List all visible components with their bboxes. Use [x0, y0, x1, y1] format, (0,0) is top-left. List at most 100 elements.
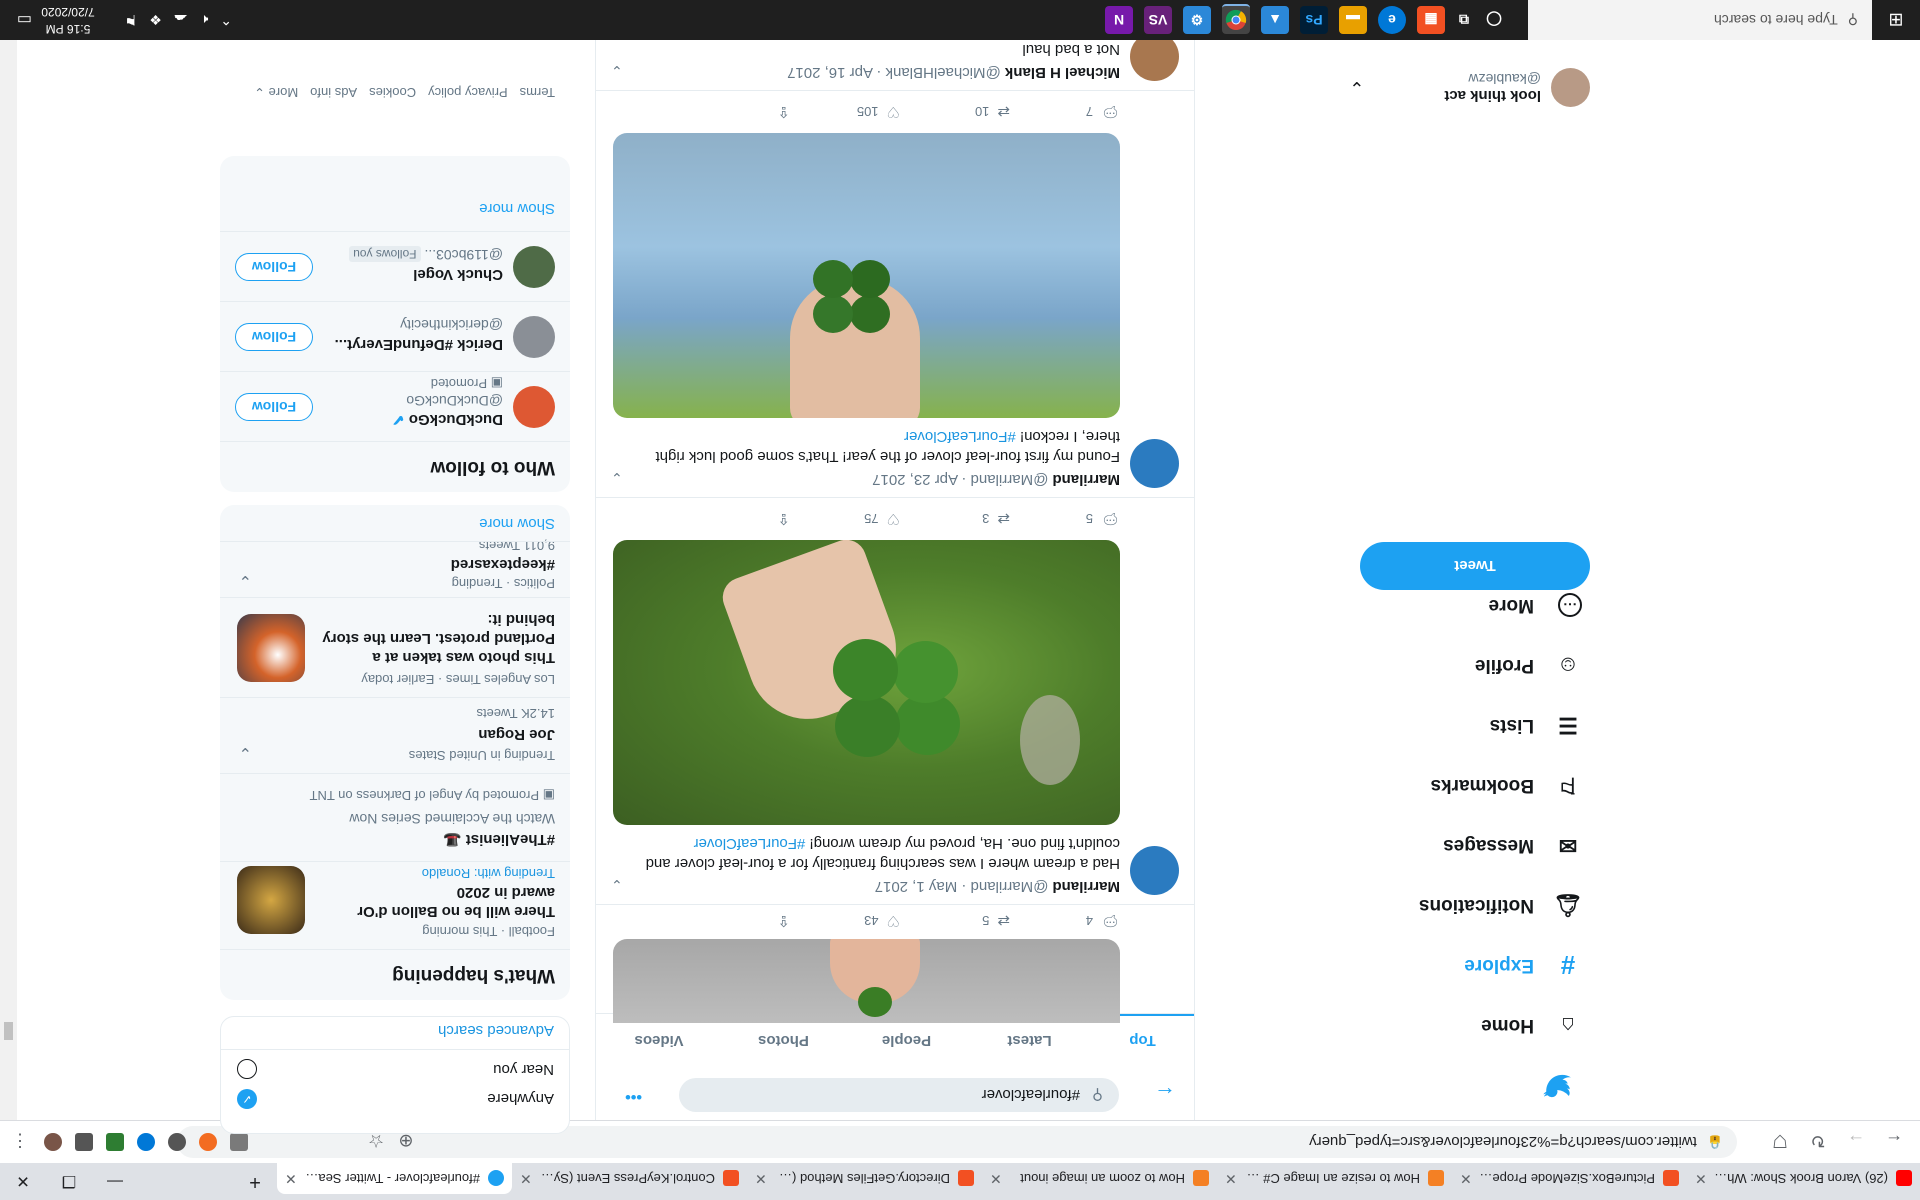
trend-item[interactable]: Football · This morning There will be no…	[220, 861, 570, 950]
close-tab-icon[interactable]: ✕	[1225, 1170, 1237, 1187]
footer-more[interactable]: More ⌄	[254, 84, 298, 100]
browser-tab[interactable]: How to resize an Image C# - Sta ✕	[1217, 1163, 1452, 1194]
twitter-bird-icon[interactable]	[1532, 1060, 1582, 1110]
notifications-icon[interactable]: ▭	[17, 10, 32, 30]
cloud-icon[interactable]: ☁	[174, 12, 188, 29]
dropbox-icon[interactable]: ❖	[149, 12, 162, 29]
share-button[interactable]: ⇪	[680, 102, 790, 122]
show-more-link[interactable]: Show more	[479, 200, 555, 217]
like-button[interactable]: ♡ 75	[790, 509, 900, 529]
follow-suggestion[interactable]: DuckDuckGo ✔ @DuckDuckGo ▣ Promoted Foll…	[220, 371, 570, 442]
browser-tab[interactable]: Control.KeyPress Event (System.W✕	[512, 1163, 747, 1194]
extension-icon[interactable]	[137, 1133, 155, 1151]
settings-icon[interactable]: ⚙	[1183, 6, 1211, 34]
taskbar-search-input[interactable]: ⚲ Type here to search	[1528, 0, 1872, 40]
reply-button[interactable]: 💬︎ 4	[1010, 911, 1120, 931]
close-tab-icon[interactable]: ✕	[1460, 1170, 1472, 1187]
reload-icon[interactable]: ↻	[1804, 1127, 1832, 1155]
account-switcher[interactable]: look think act @kaublezw ⌄	[1190, 58, 1590, 118]
extension-icon[interactable]	[230, 1133, 248, 1151]
share-button[interactable]: ⇪	[680, 509, 790, 529]
tweet[interactable]: Marriland @Marriland · Apr 23, 2017 ⌄ Fo…	[596, 90, 1194, 498]
onenote-icon[interactable]: N	[1105, 6, 1133, 34]
follow-button[interactable]: Follow	[235, 393, 313, 421]
photos-icon[interactable]: ▲	[1261, 6, 1289, 34]
reply-button[interactable]: 💬︎ 7	[1010, 102, 1120, 122]
chevron-down-icon[interactable]: ⌄	[239, 571, 252, 591]
back-icon[interactable]: ←	[1880, 1127, 1908, 1155]
microsoft-store-icon[interactable]: ▦	[1417, 6, 1445, 34]
trend-item-promoted[interactable]: #TheAlienist 🎩 Watch the Acclaimed Serie…	[220, 773, 570, 862]
close-window-icon[interactable]: ✕	[0, 1163, 46, 1200]
chevron-down-icon[interactable]: ⌄	[611, 469, 623, 486]
forward-icon[interactable]: →	[1842, 1127, 1870, 1155]
tweet-image[interactable]	[613, 540, 1120, 825]
task-view-icon[interactable]: ⧉	[1450, 6, 1478, 34]
extension-icon[interactable]	[199, 1133, 217, 1151]
nav-notifications[interactable]: 🔔︎ Notifications	[1419, 878, 1582, 932]
close-tab-icon[interactable]: ✕	[990, 1170, 1002, 1187]
retweet-button[interactable]: ⇄ 10	[900, 102, 1010, 122]
footer-ads-info[interactable]: Ads info	[310, 84, 357, 100]
follow-button[interactable]: Follow	[235, 253, 313, 281]
tweet[interactable]: Marriland @Marriland · May 1, 2017 ⌄ Had…	[596, 497, 1194, 905]
close-tab-icon[interactable]: ✕	[755, 1170, 767, 1187]
shield-icon[interactable]: ⛉	[1766, 1127, 1794, 1155]
follow-button[interactable]: Follow	[235, 323, 313, 351]
scrollbar[interactable]	[0, 40, 17, 1120]
maximize-icon[interactable]: ❐	[46, 1163, 92, 1200]
avatar[interactable]	[44, 1133, 62, 1151]
extension-icon[interactable]	[168, 1133, 186, 1151]
browser-tab[interactable]: PictureBox.SizeMode Property (S ✕	[1452, 1163, 1687, 1194]
retweet-button[interactable]: ⇄ 5	[900, 911, 1010, 931]
nav-messages[interactable]: ✉ Messages	[1443, 818, 1582, 872]
volume-icon[interactable]: 🔈︎	[200, 12, 208, 29]
trend-item[interactable]: Trending in United States Joe Rogan 14.2…	[220, 697, 570, 774]
chevron-down-icon[interactable]: ⌄	[239, 743, 252, 763]
radio-anywhere[interactable]: ✓	[237, 1089, 257, 1109]
retweet-button[interactable]: ⇄ 3	[900, 509, 1010, 529]
nav-profile[interactable]: ☺ Profile	[1475, 638, 1582, 692]
tweet[interactable]: Michael H Blank @MichaelHBlank · Apr 16,…	[596, 40, 1194, 91]
footer-cookies[interactable]: Cookies	[369, 84, 416, 100]
share-button[interactable]: ⇪	[680, 911, 790, 931]
back-arrow-icon[interactable]: ←	[1154, 1081, 1176, 1107]
chrome-icon[interactable]	[1222, 4, 1250, 34]
new-tab-button[interactable]: +	[240, 1163, 270, 1200]
news-item[interactable]: Los Angeles Times · Earlier today This p…	[220, 597, 570, 698]
search-input[interactable]: ⚲ #fourleafclover	[679, 1078, 1119, 1112]
nav-bookmarks[interactable]: ⚐ Bookmarks	[1431, 758, 1583, 812]
follow-suggestion[interactable]: Chuck Vogel @119bc03... Follows you Foll…	[220, 231, 570, 302]
minimize-icon[interactable]: —	[92, 1163, 138, 1200]
tweet-button[interactable]: Tweet	[1360, 542, 1590, 590]
hashtag-link[interactable]: #FourLeafClover	[904, 428, 1016, 445]
footer-privacy[interactable]: Privacy policy	[428, 84, 507, 100]
tweet-image[interactable]	[613, 133, 1120, 418]
advanced-search-link[interactable]: Advanced search	[438, 1022, 554, 1039]
cortana-icon[interactable]: ◯	[1480, 6, 1508, 34]
scrollbar-thumb[interactable]	[4, 1022, 13, 1040]
reply-button[interactable]: 💬︎ 5	[1010, 509, 1120, 529]
trend-item[interactable]: Politics · Trending #keeptexasred 9,011 …	[220, 538, 570, 598]
tweet[interactable]: 💬︎ 4 ⇄ 5 ♡ 43 ⇪	[596, 904, 1194, 1023]
chevron-down-icon[interactable]: ⌄	[611, 62, 623, 79]
footer-terms[interactable]: Terms	[520, 84, 555, 100]
browser-tab[interactable]: How to zoom an image inout ✕	[982, 1163, 1217, 1194]
browser-tab[interactable]: Directory.GetFiles Method (Syste ✕	[747, 1163, 982, 1194]
like-button[interactable]: ♡ 43	[790, 911, 900, 931]
puzzle-icon[interactable]	[75, 1133, 93, 1151]
file-explorer-icon[interactable]: ▬	[1339, 6, 1367, 34]
visual-studio-icon[interactable]: VS	[1144, 6, 1172, 34]
windows-start-icon[interactable]: ⊞	[1872, 0, 1920, 40]
browser-tab[interactable]: (26) Varon Brook Show: What is ✕	[1687, 1163, 1920, 1194]
tweet-image[interactable]	[613, 939, 1120, 1023]
close-tab-icon[interactable]: ✕	[1695, 1170, 1707, 1187]
hashtag-link[interactable]: #FourLeafClover	[694, 835, 806, 852]
close-tab-icon[interactable]: ✕	[520, 1170, 532, 1187]
nav-explore[interactable]: # Explore	[1464, 938, 1582, 992]
extension-icon[interactable]	[106, 1133, 124, 1151]
radio-near-you[interactable]	[237, 1059, 257, 1079]
nav-home[interactable]: ⌂ Home	[1481, 998, 1582, 1052]
clock[interactable]: 5:16 PM 7/20/2020	[38, 3, 98, 37]
like-button[interactable]: ♡ 105	[790, 102, 900, 122]
